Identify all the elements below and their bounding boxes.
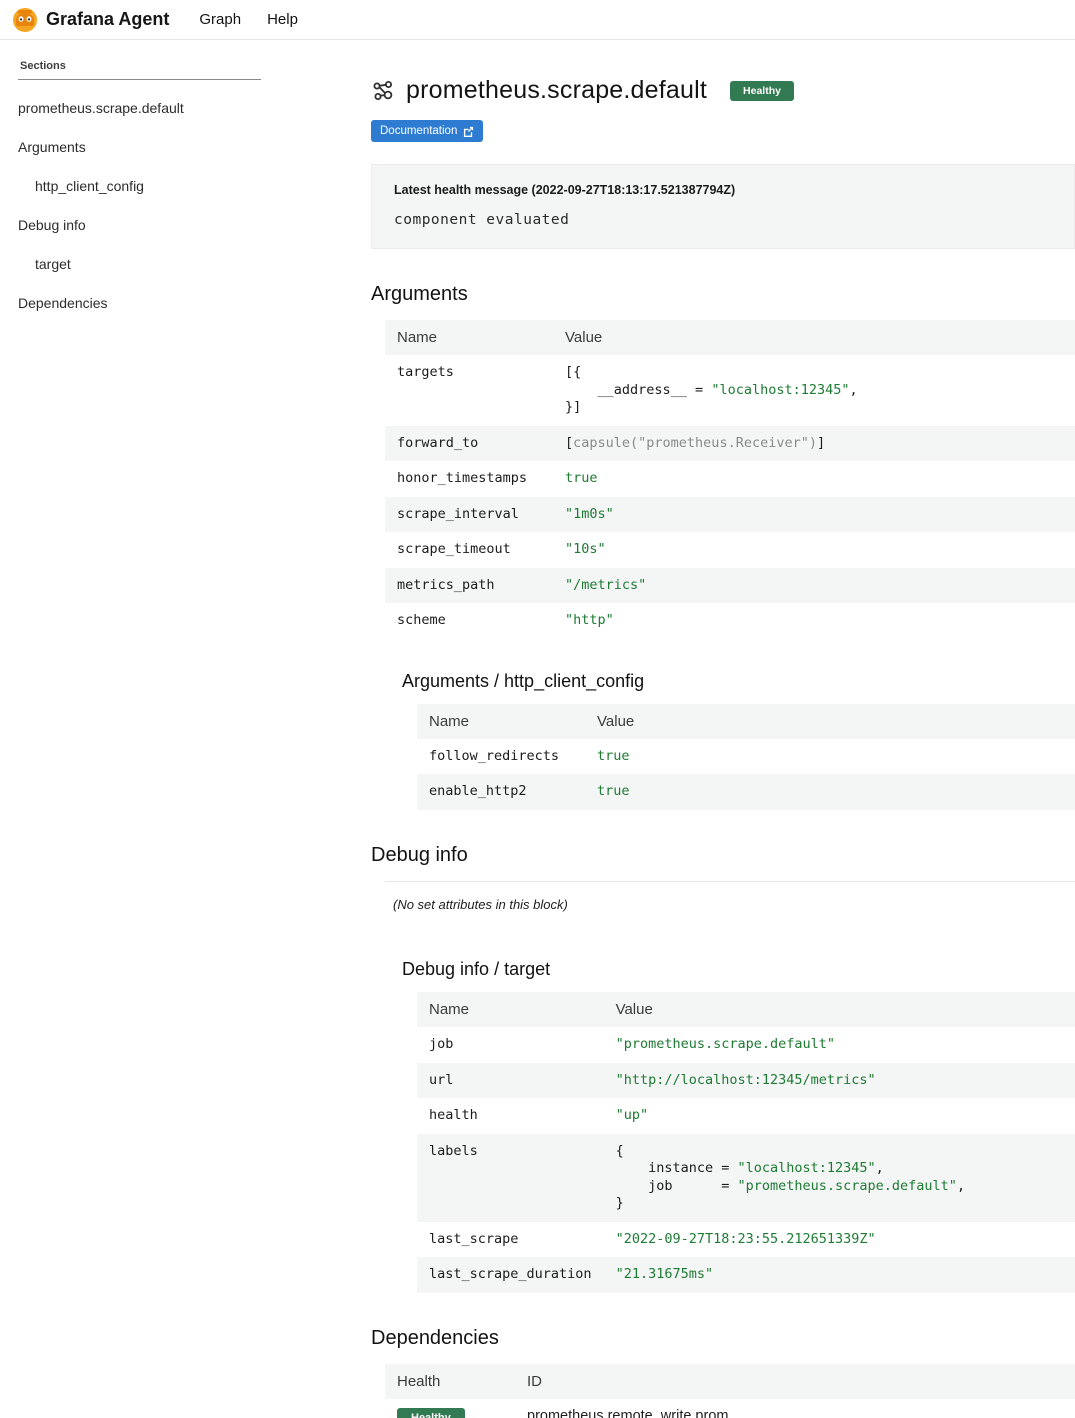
sections-label: Sections xyxy=(18,54,261,80)
arguments-table: NameValuetargets[{ __address__ = "localh… xyxy=(385,320,1075,639)
column-header-id: ID xyxy=(515,1364,1075,1399)
top-bar: Grafana Agent Graph Help xyxy=(0,0,1075,40)
column-header-name: Name xyxy=(385,320,553,355)
table-row: scheme"http" xyxy=(385,603,1075,639)
table-row: scrape_timeout"10s" xyxy=(385,532,1075,568)
table-row: last_scrape"2022-09-27T18:23:55.21265133… xyxy=(417,1222,1075,1258)
nav-item-graph[interactable]: Graph xyxy=(199,11,241,28)
dependencies-heading: Dependencies xyxy=(371,1327,1075,1350)
page-title: prometheus.scrape.default xyxy=(406,76,707,105)
attribute-value: "up" xyxy=(604,1098,1075,1134)
attribute-name: url xyxy=(417,1063,604,1099)
column-header-name: Name xyxy=(417,704,585,739)
debug-info-heading: Debug info xyxy=(371,844,1075,867)
component-title-row: prometheus.scrape.default Healthy xyxy=(371,76,1075,105)
attribute-name: labels xyxy=(417,1134,604,1222)
attribute-value: "/metrics" xyxy=(553,568,1075,604)
attribute-name: scrape_interval xyxy=(385,497,553,533)
table-row: labels{ instance = "localhost:12345", jo… xyxy=(417,1134,1075,1222)
table-row: honor_timestampstrue xyxy=(385,461,1075,497)
sidebar-item-debug-info[interactable]: Debug info xyxy=(18,217,270,233)
attribute-value: true xyxy=(553,461,1075,497)
attribute-value: "http://localhost:12345/metrics" xyxy=(604,1063,1075,1099)
table-row: job"prometheus.scrape.default" xyxy=(417,1027,1075,1063)
table-row: follow_redirectstrue xyxy=(417,739,1075,775)
sidebar-item-target[interactable]: target xyxy=(18,256,270,272)
app-window: Grafana Agent Graph Help Sections promet… xyxy=(0,0,1075,1418)
attribute-value: "1m0s" xyxy=(553,497,1075,533)
documentation-button-label: Documentation xyxy=(380,125,457,137)
http-client-config-table: NameValuefollow_redirectstrueenable_http… xyxy=(417,704,1075,810)
dependency-health-badge: Healthy xyxy=(397,1408,465,1418)
table-row: forward_to[capsule("prometheus.Receiver"… xyxy=(385,426,1075,462)
attribute-value: "21.31675ms" xyxy=(604,1257,1075,1293)
table-row: scrape_interval"1m0s" xyxy=(385,497,1075,533)
sections-list: prometheus.scrape.default Arguments http… xyxy=(18,100,270,311)
attribute-value: "prometheus.scrape.default" xyxy=(604,1027,1075,1063)
column-header-name: Name xyxy=(417,992,604,1027)
debug-empty-note: (No set attributes in this block) xyxy=(385,881,1075,927)
external-link-icon xyxy=(463,126,474,137)
table-row: enable_http2true xyxy=(417,774,1075,810)
attribute-value: "http" xyxy=(553,603,1075,639)
sidebar-item-prometheus-scrape-default[interactable]: prometheus.scrape.default xyxy=(18,100,270,116)
dependencies-table: HealthID Healthy prometheus.remote_write.p… xyxy=(385,1364,1075,1418)
attribute-value: { instance = "localhost:12345", job = "p… xyxy=(604,1134,1075,1222)
attribute-value: "10s" xyxy=(553,532,1075,568)
attribute-value: true xyxy=(585,739,1075,775)
nav-item-help[interactable]: Help xyxy=(267,11,298,28)
table-row: health"up" xyxy=(417,1098,1075,1134)
app-title: Grafana Agent xyxy=(46,9,169,30)
column-header-health: Health xyxy=(385,1364,515,1399)
dependency-id: prometheus.remote_write.prom xyxy=(515,1399,1075,1418)
attribute-name: metrics_path xyxy=(385,568,553,604)
health-message-label: Latest health message (2022-09-27T18:13:… xyxy=(394,183,1052,197)
sidebar-item-dependencies[interactable]: Dependencies xyxy=(18,295,270,311)
attribute-name: honor_timestamps xyxy=(385,461,553,497)
attribute-value: "2022-09-27T18:23:55.212651339Z" xyxy=(604,1222,1075,1258)
sidebar-item-http-client-config[interactable]: http_client_config xyxy=(18,178,270,194)
table-row: last_scrape_duration"21.31675ms" xyxy=(417,1257,1075,1293)
attribute-name: health xyxy=(417,1098,604,1134)
health-message-text: component evaluated xyxy=(394,212,1052,228)
attribute-name: scrape_timeout xyxy=(385,532,553,568)
component-icon xyxy=(371,79,395,103)
health-message-panel: Latest health message (2022-09-27T18:13:… xyxy=(371,164,1075,249)
attribute-value: true xyxy=(585,774,1075,810)
sidebar-item-arguments[interactable]: Arguments xyxy=(18,139,270,155)
attribute-name: scheme xyxy=(385,603,553,639)
column-header-value: Value xyxy=(553,320,1075,355)
table-row: Healthy prometheus.remote_write.prom xyxy=(385,1399,1075,1418)
http-client-config-heading: Arguments / http_client_config xyxy=(402,671,1075,692)
sections-sidebar: Sections prometheus.scrape.default Argum… xyxy=(0,40,280,334)
health-status-badge: Healthy xyxy=(730,81,794,101)
main-content: prometheus.scrape.default Healthy Docume… xyxy=(280,40,1075,1418)
debug-target-table: NameValuejob"prometheus.scrape.default"u… xyxy=(417,992,1075,1293)
attribute-name: job xyxy=(417,1027,604,1063)
column-header-value: Value xyxy=(585,704,1075,739)
documentation-button[interactable]: Documentation xyxy=(371,120,483,142)
grafana-agent-logo-icon xyxy=(12,7,38,33)
column-header-value: Value xyxy=(604,992,1075,1027)
attribute-name: follow_redirects xyxy=(417,739,585,775)
attribute-name: last_scrape_duration xyxy=(417,1257,604,1293)
debug-target-heading: Debug info / target xyxy=(402,959,1075,980)
attribute-value: [{ __address__ = "localhost:12345", }] xyxy=(553,355,1075,426)
attribute-name: forward_to xyxy=(385,426,553,462)
attribute-name: enable_http2 xyxy=(417,774,585,810)
dependency-health-cell: Healthy xyxy=(385,1399,515,1418)
attribute-name: last_scrape xyxy=(417,1222,604,1258)
table-row: url"http://localhost:12345/metrics" xyxy=(417,1063,1075,1099)
attribute-value: [capsule("prometheus.Receiver")] xyxy=(553,426,1075,462)
table-row: metrics_path"/metrics" xyxy=(385,568,1075,604)
arguments-heading: Arguments xyxy=(371,283,1075,306)
attribute-name: targets xyxy=(385,355,553,426)
table-row: targets[{ __address__ = "localhost:12345… xyxy=(385,355,1075,426)
